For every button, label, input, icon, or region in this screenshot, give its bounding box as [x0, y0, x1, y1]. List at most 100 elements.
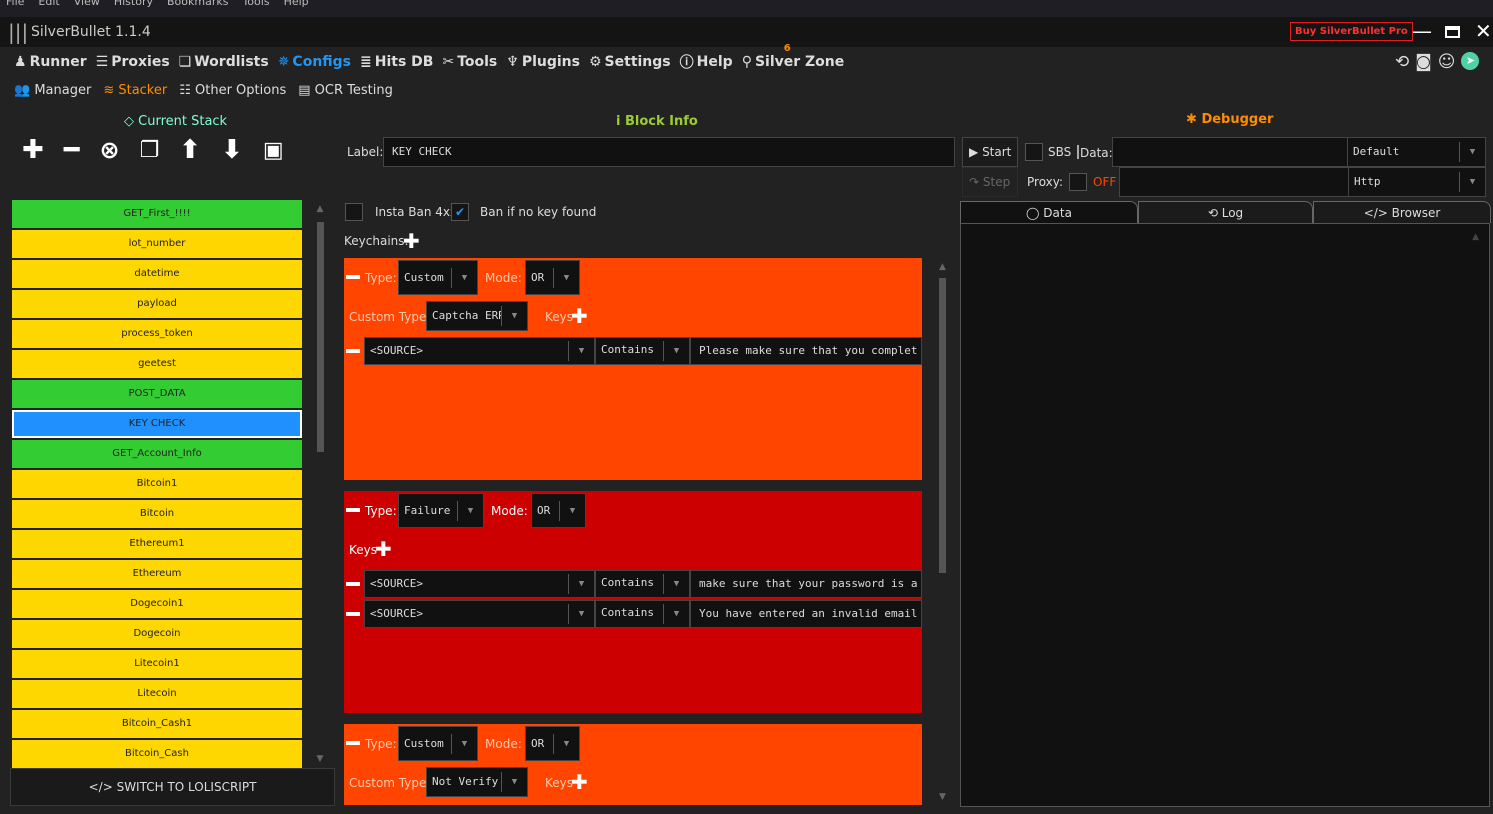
block-item[interactable]: Dogecoin1: [12, 590, 302, 618]
subnav-manager[interactable]: 👥 Manager: [14, 83, 91, 98]
menu-history[interactable]: History: [114, 0, 153, 17]
save-button[interactable]: ▣: [263, 138, 284, 163]
move-down-button[interactable]: ⬇: [221, 135, 243, 165]
history-icon[interactable]: ⟲: [1395, 52, 1409, 72]
block-item[interactable]: payload: [12, 290, 302, 318]
block-item[interactable]: lot_number: [12, 230, 302, 258]
step-button[interactable]: ↷ Step: [962, 167, 1018, 197]
mode-select[interactable]: OR ▼: [531, 493, 586, 528]
menu-tools[interactable]: Tools: [242, 0, 269, 17]
add-block-button[interactable]: ✚: [22, 135, 44, 165]
nav-tools[interactable]: ✂ Tools: [442, 52, 497, 72]
insta-ban-checkbox[interactable]: [345, 203, 363, 221]
block-item[interactable]: Ethereum: [12, 560, 302, 588]
menu-bookmarks[interactable]: Bookmarks: [167, 0, 228, 17]
block-item[interactable]: Bitcoin_Cash: [12, 740, 302, 768]
mode-select[interactable]: OR ▼: [525, 260, 580, 295]
add-key-button[interactable]: ✚: [571, 772, 588, 792]
block-list-scrollbar[interactable]: ▲ ▼: [313, 204, 327, 764]
close-button[interactable]: ✕: [1475, 19, 1492, 43]
block-item[interactable]: Litecoin: [12, 680, 302, 708]
tab-data[interactable]: ◯ Data: [960, 201, 1138, 223]
block-item[interactable]: Ethereum1: [12, 530, 302, 558]
nav-settings[interactable]: ⚙ Settings: [589, 52, 671, 72]
proxy-checkbox[interactable]: [1069, 173, 1087, 191]
mode-select[interactable]: OR ▼: [525, 726, 580, 761]
clear-button[interactable]: ⊗: [99, 136, 119, 164]
nav-plugins[interactable]: ♆ Plugins: [506, 52, 580, 72]
key-condition-select[interactable]: Contains ▼: [595, 570, 690, 598]
subnav-other-options[interactable]: ☷ Other Options: [179, 83, 286, 98]
camera-icon[interactable]: ◙: [1415, 52, 1432, 72]
start-button[interactable]: ▶ Start: [962, 137, 1018, 167]
menu-edit[interactable]: Edit: [38, 0, 59, 17]
block-item[interactable]: GET_First_!!!!: [12, 200, 302, 228]
block-item[interactable]: GET_Account_Info: [12, 440, 302, 468]
block-item[interactable]: POST_DATA: [12, 380, 302, 408]
remove-keychain-button[interactable]: [346, 741, 360, 745]
subnav-ocr-testing[interactable]: ▤ OCR Testing: [298, 83, 393, 98]
remove-key-button[interactable]: [346, 612, 360, 616]
block-item[interactable]: process_token: [12, 320, 302, 348]
key-source-select[interactable]: <SOURCE> ▼: [364, 570, 595, 598]
custom-type-select[interactable]: Captcha ERROR ▼: [426, 301, 528, 331]
key-value-input[interactable]: make sure that your password is a: [690, 570, 922, 598]
block-item[interactable]: Bitcoin_Cash1: [12, 710, 302, 738]
block-item[interactable]: Bitcoin1: [12, 470, 302, 498]
key-condition-select[interactable]: Contains ▼: [595, 337, 690, 365]
minimize-button[interactable]: —: [1412, 19, 1432, 43]
add-key-button[interactable]: ✚: [571, 306, 588, 326]
key-value-input[interactable]: Please make sure that you complet: [690, 337, 922, 365]
block-item[interactable]: KEY CHECK: [12, 410, 302, 438]
clone-button[interactable]: ❐: [140, 138, 160, 163]
nav-hits-db[interactable]: ≣ Hits DB: [360, 52, 433, 72]
type-select[interactable]: Custom ▼: [398, 260, 478, 295]
proxy-input[interactable]: [1119, 167, 1349, 197]
key-condition-select[interactable]: Contains ▼: [595, 600, 690, 628]
keychains-scrollbar[interactable]: ▲ ▼: [935, 262, 950, 802]
add-keychain-button[interactable]: ✚: [403, 231, 420, 251]
key-source-select[interactable]: <SOURCE> ▼: [364, 337, 595, 365]
key-source-select[interactable]: <SOURCE> ▼: [364, 600, 595, 628]
remove-keychain-button[interactable]: [346, 508, 360, 512]
menu-file[interactable]: File: [6, 0, 24, 17]
tab-browser[interactable]: </> Browser: [1313, 201, 1491, 223]
block-item[interactable]: geetest: [12, 350, 302, 378]
block-item[interactable]: Litecoin1: [12, 650, 302, 678]
maximize-button[interactable]: [1445, 26, 1460, 38]
add-key-button[interactable]: ✚: [375, 539, 392, 559]
label-input[interactable]: KEY CHECK: [383, 137, 955, 167]
tab-log[interactable]: ⟲ Log: [1138, 201, 1313, 223]
data-type-select[interactable]: Default ▼: [1347, 137, 1486, 167]
remove-block-button[interactable]: ━: [64, 135, 80, 165]
move-up-button[interactable]: ⬆: [179, 135, 201, 165]
nav-help[interactable]: ⓘ Help: [680, 52, 733, 72]
proxy-type-select[interactable]: Http ▼: [1348, 167, 1486, 197]
nav-wordlists[interactable]: ❏ Wordlists: [179, 52, 269, 72]
subnav-stacker[interactable]: ≋ Stacker: [103, 83, 167, 98]
menu-help[interactable]: Help: [284, 0, 309, 17]
nav-runner[interactable]: ♟ Runner: [14, 52, 87, 72]
block-item[interactable]: datetime: [12, 260, 302, 288]
data-input[interactable]: [1112, 137, 1348, 167]
ban-no-key-checkbox[interactable]: ✔: [451, 203, 469, 221]
buy-pro-button[interactable]: Buy SilverBullet Pro: [1290, 22, 1413, 41]
menu-view[interactable]: View: [74, 0, 100, 17]
remove-keychain-button[interactable]: [346, 275, 360, 279]
nav-proxies[interactable]: ☰ Proxies: [96, 52, 170, 72]
key-value-input[interactable]: You have entered an invalid email: [690, 600, 922, 628]
telegram-icon[interactable]: ➤: [1461, 52, 1480, 70]
type-select[interactable]: Custom ▼: [398, 726, 478, 761]
custom-type-select[interactable]: Not Verify ▼: [426, 767, 528, 797]
type-select[interactable]: Failure ▼: [398, 493, 484, 528]
block-item[interactable]: Bitcoin: [12, 500, 302, 528]
discord-icon[interactable]: ☺: [1438, 52, 1456, 72]
sbs-checkbox[interactable]: [1025, 143, 1043, 161]
remove-key-button[interactable]: [346, 582, 360, 586]
nav-configs[interactable]: ✵ Configs: [278, 52, 351, 72]
remove-key-button[interactable]: [346, 349, 360, 353]
scroll-up-icon[interactable]: ▲: [1472, 232, 1479, 242]
nav-silver-zone[interactable]: ⚲ Silver Zone 6: [742, 43, 845, 72]
block-item[interactable]: Dogecoin: [12, 620, 302, 648]
switch-loliscript-button[interactable]: </> SWITCH TO LOLISCRIPT: [10, 768, 335, 806]
